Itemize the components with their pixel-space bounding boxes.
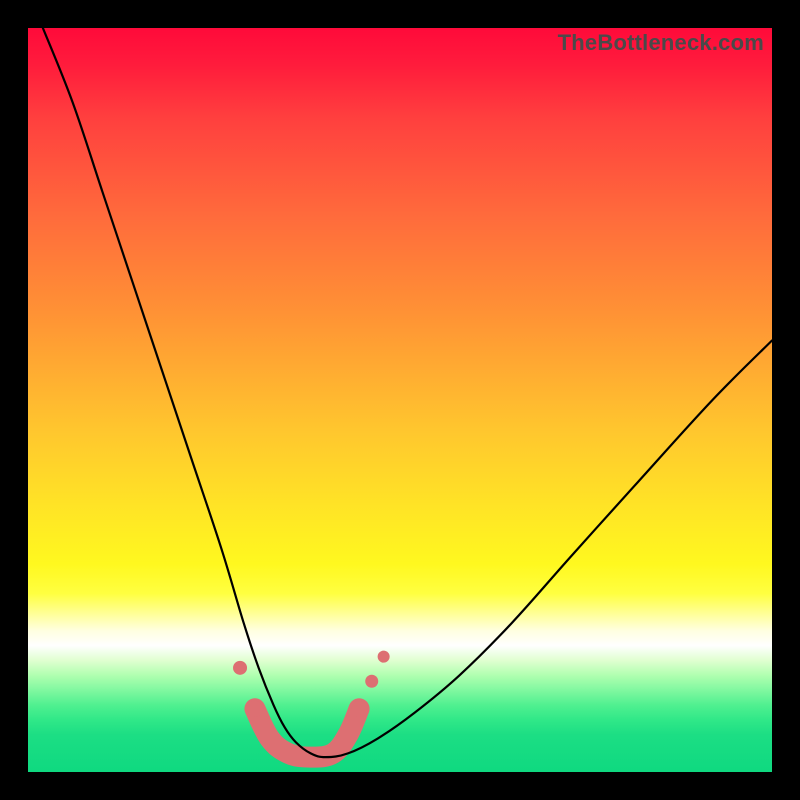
bottom-bracket-marker [255, 709, 359, 757]
bottleneck-curve [43, 28, 772, 757]
chart-svg [28, 28, 772, 772]
marker-dot [365, 675, 378, 688]
plot-area: TheBottleneck.com [28, 28, 772, 772]
marker-dot [247, 701, 263, 717]
marker-dot [351, 701, 367, 717]
chart-frame: TheBottleneck.com [0, 0, 800, 800]
marker-dot [378, 651, 390, 663]
marker-dot [233, 661, 247, 675]
